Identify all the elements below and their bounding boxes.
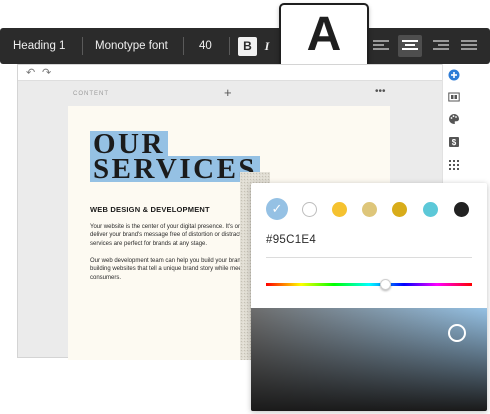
palette-icon[interactable]	[448, 113, 460, 125]
toolbar-divider	[82, 37, 83, 55]
bold-button[interactable]: B	[238, 37, 257, 56]
color-swatch-gold[interactable]	[392, 202, 407, 217]
color-swatch-light-blue[interactable]: ✓	[266, 198, 288, 220]
color-swatch-white[interactable]	[302, 202, 317, 217]
align-center-button[interactable]	[398, 35, 422, 57]
svg-text:$: $	[452, 138, 457, 147]
add-block-icon[interactable]: +	[224, 86, 232, 100]
paragraph-line: Our web development team can help you bu…	[90, 258, 249, 264]
section-subheading[interactable]: WEB DESIGN & DEVELOPMENT	[90, 205, 210, 214]
color-swatch-cyan[interactable]	[423, 202, 438, 217]
toolbar-divider	[183, 37, 184, 55]
saturation-brightness-area[interactable]	[251, 308, 487, 411]
align-justify-icon[interactable]	[461, 39, 477, 53]
add-icon[interactable]	[448, 69, 460, 81]
italic-button[interactable]: I	[260, 37, 274, 56]
font-size-input[interactable]: 40	[199, 28, 212, 64]
selected-check-icon: ✓	[271, 201, 283, 216]
hex-input-underline	[266, 257, 472, 258]
color-swatch-yellow[interactable]	[332, 202, 347, 217]
align-center-icon	[402, 39, 418, 53]
editor-top-bar: ↶ ↷	[18, 65, 442, 81]
editor-sidebar: $	[442, 64, 466, 194]
hue-slider-track[interactable]	[266, 283, 472, 286]
undo-button[interactable]: ↶	[26, 66, 35, 80]
color-swatch-black[interactable]	[454, 202, 469, 217]
align-left-icon[interactable]	[373, 39, 389, 53]
paragraph-line: building websites that tell a unique bra…	[90, 266, 245, 273]
color-swatch-khaki[interactable]	[362, 202, 377, 217]
paragraph-line: services are perfect for brands at any s…	[90, 240, 208, 247]
section-label: CONTENT	[73, 91, 109, 97]
paragraph-1[interactable]: Your website is the center of your digit…	[90, 223, 260, 248]
more-options-icon[interactable]: •••	[375, 86, 386, 98]
paragraph-line: Your website is the center of your digit…	[90, 224, 245, 230]
text-color-letter: A	[306, 8, 342, 61]
paragraph-2[interactable]: Our web development team can help you bu…	[90, 257, 260, 282]
paragraph-line: deliver your brand's message free of dis…	[90, 232, 246, 239]
color-picker-popover: ✓ #95C1E4	[251, 183, 487, 411]
formatting-toolbar: Heading 1 Monotype font 40 B I	[0, 28, 490, 64]
hue-slider-handle[interactable]	[379, 279, 391, 290]
align-right-icon[interactable]	[433, 39, 449, 53]
embed-icon[interactable]	[448, 91, 460, 103]
toolbar-divider	[229, 37, 230, 55]
heading-style-dropdown[interactable]: Heading 1	[13, 28, 65, 64]
hex-color-input[interactable]: #95C1E4	[266, 234, 316, 246]
dollar-icon[interactable]: $	[448, 136, 460, 148]
paragraph-line: consumers.	[90, 274, 122, 281]
redo-button[interactable]: ↷	[42, 66, 51, 80]
color-area-handle[interactable]	[448, 324, 466, 342]
font-family-dropdown[interactable]: Monotype font	[95, 28, 168, 64]
title-line-2[interactable]: SERVICES	[90, 155, 261, 184]
grid-icon[interactable]	[448, 159, 460, 171]
